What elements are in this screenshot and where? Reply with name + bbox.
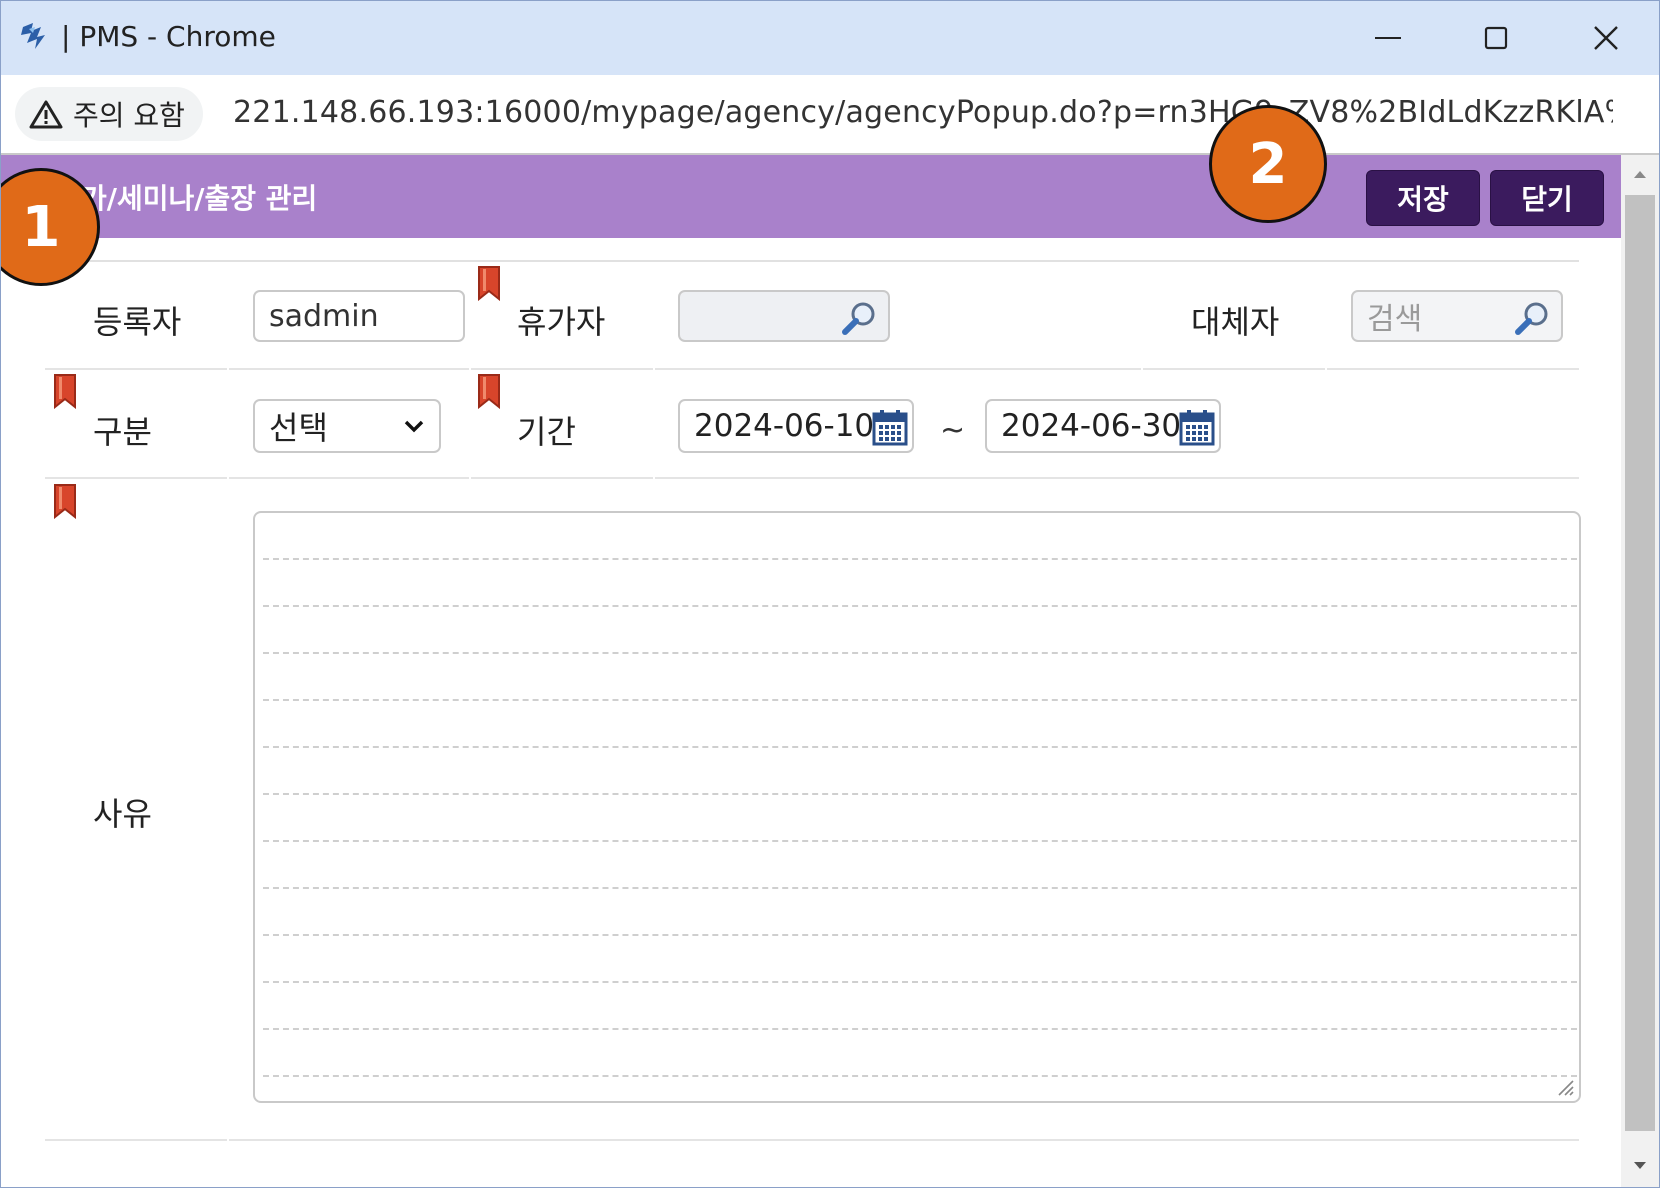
page-title: 가/세미나/출장 관리	[81, 182, 318, 215]
maximize-button[interactable]	[1466, 13, 1526, 63]
period-label: 기간	[517, 413, 576, 451]
chevron-down-icon	[404, 420, 424, 433]
required-bookmark-icon	[478, 374, 500, 409]
row-divider	[229, 368, 469, 370]
maximize-icon	[1484, 26, 1508, 50]
close-window-button[interactable]	[1576, 13, 1636, 63]
page-header: 가/세미나/출장 관리 저장 닫기	[1, 155, 1621, 238]
period-end-date-input[interactable]: 2024-06-30	[985, 399, 1221, 453]
row-divider	[1143, 368, 1325, 370]
category-selected-value: 선택	[269, 409, 328, 447]
reason-textarea[interactable]	[253, 511, 1581, 1103]
ruled-line	[263, 652, 1577, 654]
resize-grip-icon[interactable]	[1555, 1077, 1575, 1097]
period-start-value: 2024-06-10	[694, 408, 875, 444]
row-divider	[471, 368, 653, 370]
magnifier-icon[interactable]	[840, 299, 878, 337]
substitute-placeholder: 검색	[1367, 302, 1423, 337]
save-button[interactable]: 저장	[1366, 170, 1480, 226]
ruled-line	[263, 699, 1577, 701]
ruled-line	[263, 558, 1577, 560]
window-title: | PMS - Chrome	[61, 20, 276, 53]
registrant-input[interactable]: sadmin	[253, 290, 465, 342]
category-select[interactable]: 선택	[253, 399, 441, 453]
warning-triangle-icon	[29, 100, 63, 129]
row-divider	[471, 477, 653, 479]
page-scrollbar[interactable]	[1621, 155, 1659, 1187]
required-bookmark-icon	[54, 374, 76, 409]
ruled-line	[263, 793, 1577, 795]
registrant-label: 등록자	[93, 303, 182, 341]
calendar-icon[interactable]	[1179, 408, 1215, 446]
row-divider	[229, 477, 469, 479]
security-indicator[interactable]: 주의 요함	[15, 87, 203, 141]
calendar-icon[interactable]	[872, 408, 908, 446]
period-start-date-input[interactable]: 2024-06-10	[678, 399, 914, 453]
row-divider	[655, 477, 1579, 479]
row-divider	[1327, 368, 1579, 370]
scroll-up-arrow-icon[interactable]	[1630, 165, 1650, 185]
form-top-border	[45, 260, 1579, 262]
row-divider	[45, 477, 227, 479]
substitute-label: 대체자	[1191, 303, 1280, 341]
scroll-thumb[interactable]	[1625, 195, 1655, 1131]
security-label: 주의 요함	[73, 99, 185, 132]
vacationer-label: 휴가자	[517, 303, 606, 341]
vacationer-search-input[interactable]	[678, 290, 890, 342]
period-end-value: 2024-06-30	[1001, 408, 1182, 444]
scroll-down-arrow-icon[interactable]	[1630, 1155, 1650, 1175]
period-separator: ~	[940, 413, 966, 448]
category-label: 구분	[93, 413, 152, 451]
ruled-line	[263, 1075, 1577, 1077]
required-bookmark-icon	[478, 266, 500, 301]
ruled-line	[263, 934, 1577, 936]
callout-marker-2: 2	[1209, 105, 1327, 223]
browser-window: | PMS - Chrome 주의 요함 221.148.66.193:1600…	[0, 0, 1660, 1188]
close-icon	[1594, 26, 1618, 50]
address-bar: 주의 요함 221.148.66.193:16000/mypage/agency…	[1, 75, 1659, 155]
row-divider	[655, 368, 1141, 370]
ruled-line	[263, 746, 1577, 748]
row-divider	[229, 1139, 1579, 1141]
ruled-line	[263, 887, 1577, 889]
url-field[interactable]: 221.148.66.193:16000/mypage/agency/agenc…	[233, 95, 1613, 130]
pms-logo-icon	[21, 23, 45, 49]
minimize-icon	[1375, 37, 1401, 39]
close-button[interactable]: 닫기	[1490, 170, 1604, 226]
ruled-line	[263, 840, 1577, 842]
title-bar: | PMS - Chrome	[1, 1, 1659, 75]
required-bookmark-icon	[54, 484, 76, 519]
row-divider	[45, 1139, 227, 1141]
ruled-line	[263, 981, 1577, 983]
reason-label: 사유	[93, 795, 152, 833]
magnifier-icon[interactable]	[1513, 299, 1551, 337]
row-divider	[45, 368, 227, 370]
ruled-line	[263, 1028, 1577, 1030]
substitute-search-input[interactable]: 검색	[1351, 290, 1563, 342]
ruled-line	[263, 605, 1577, 607]
minimize-button[interactable]	[1358, 13, 1418, 63]
